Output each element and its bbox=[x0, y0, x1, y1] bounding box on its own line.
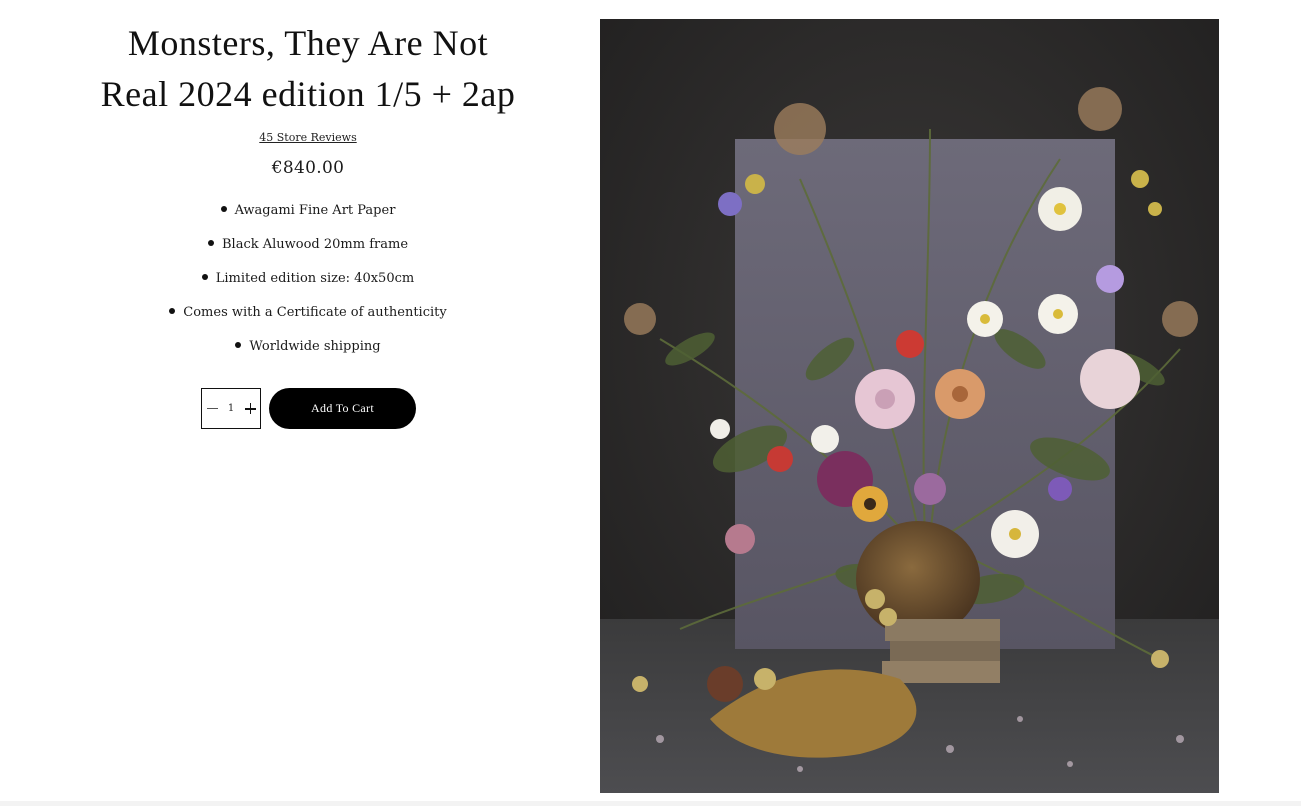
feature-text: Awagami Fine Art Paper bbox=[234, 203, 396, 218]
product-image[interactable] bbox=[600, 19, 1219, 793]
product-title-line-2: Real 2024 edition 1/5 + 2ap bbox=[100, 74, 516, 114]
minus-icon bbox=[206, 408, 218, 409]
product-info: Monsters, They Are Not Real 2024 edition… bbox=[60, 18, 556, 429]
quantity-stepper bbox=[201, 388, 261, 429]
bullet-icon bbox=[207, 240, 214, 246]
product-price: €840.00 bbox=[271, 158, 345, 178]
feature-text: Black Aluwood 20mm frame bbox=[221, 237, 409, 252]
add-to-cart-button[interactable]: Add To Cart bbox=[269, 388, 416, 429]
purchase-row: Add To Cart bbox=[201, 388, 501, 429]
feature-item: Awagami Fine Art Paper bbox=[60, 201, 556, 235]
feature-text: Comes with a Certificate of authenticity bbox=[183, 305, 447, 320]
feature-list: Awagami Fine Art Paper Black Aluwood 20m… bbox=[60, 201, 556, 371]
feature-text: Worldwide shipping bbox=[249, 339, 381, 354]
product-page: Monsters, They Are Not Real 2024 edition… bbox=[0, 0, 1301, 806]
bullet-icon bbox=[169, 308, 176, 314]
flower-still-life-photograph bbox=[600, 19, 1219, 793]
feature-item: Black Aluwood 20mm frame bbox=[60, 235, 556, 269]
feature-item: Worldwide shipping bbox=[60, 337, 556, 371]
product-title-line-1: Monsters, They Are Not bbox=[127, 23, 489, 63]
feature-item: Limited edition size: 40x50cm bbox=[60, 269, 556, 303]
store-reviews-link[interactable]: 45 Store Reviews bbox=[259, 131, 356, 144]
feature-item: Comes with a Certificate of authenticity bbox=[60, 303, 556, 337]
bullet-icon bbox=[235, 342, 242, 348]
bullet-icon bbox=[201, 274, 208, 280]
decrease-quantity-button[interactable] bbox=[202, 389, 222, 428]
bottom-divider bbox=[0, 801, 1301, 806]
increase-quantity-button[interactable] bbox=[240, 389, 260, 428]
bullet-icon bbox=[220, 206, 227, 212]
feature-text: Limited edition size: 40x50cm bbox=[215, 271, 415, 286]
plus-icon bbox=[244, 403, 256, 414]
product-title: Monsters, They Are Not Real 2024 edition… bbox=[60, 18, 556, 120]
quantity-input[interactable] bbox=[224, 403, 238, 414]
